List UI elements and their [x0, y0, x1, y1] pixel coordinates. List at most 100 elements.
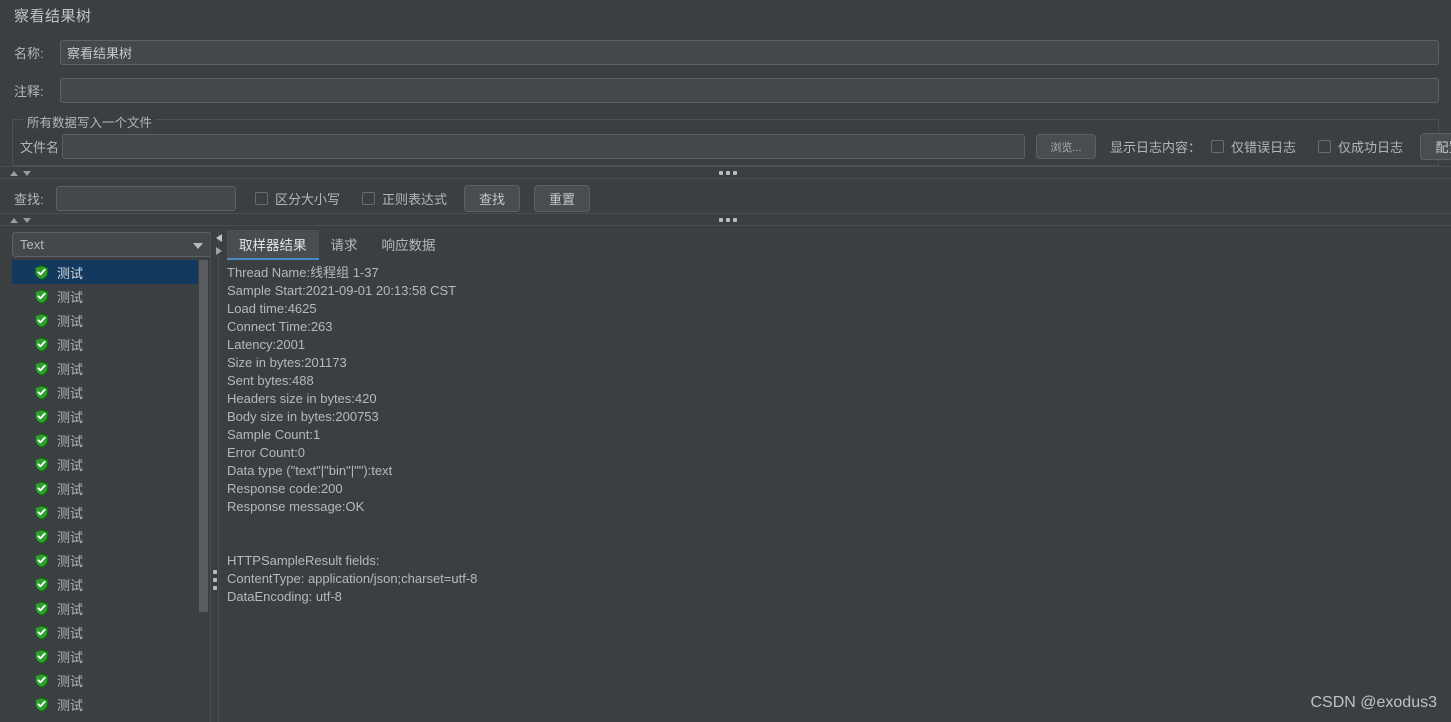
- splitter-middle[interactable]: [0, 213, 1451, 226]
- configure-button[interactable]: 配置: [1420, 133, 1451, 160]
- tree-item-label: 测试: [57, 433, 84, 449]
- search-input[interactable]: [56, 186, 236, 211]
- checkbox-box-errors-only[interactable]: [1211, 140, 1225, 153]
- splitter-middle-handle-icon[interactable]: [719, 218, 737, 222]
- results-tree-list[interactable]: 测试 测试 测试 测试 测试 测试 测试 测试 测试 测试 测试 测试 测试 测试 测试 测试 测试 测试 测试: [12, 260, 208, 722]
- collapse-down-icon[interactable]: [23, 171, 31, 176]
- splitter-top[interactable]: [0, 166, 1451, 179]
- tree-item[interactable]: 测试: [12, 332, 208, 356]
- result-line-blank: [227, 534, 1451, 552]
- tree-item[interactable]: 测试: [12, 500, 208, 524]
- result-line: HTTPSampleResult fields:: [227, 553, 380, 568]
- result-line: Data type ("text"|"bin"|""):text: [227, 463, 393, 478]
- regex-checkbox[interactable]: 正则表达式: [362, 189, 447, 208]
- chevron-left-icon[interactable]: [216, 234, 222, 242]
- case-sensitive-checkbox[interactable]: 区分大小写: [255, 189, 340, 208]
- tab-scroll-arrows[interactable]: [216, 234, 225, 260]
- success-shield-icon: [34, 312, 49, 328]
- tab-2[interactable]: 请求: [319, 230, 370, 258]
- success-only-checkbox[interactable]: 仅成功日志: [1318, 137, 1403, 156]
- tree-item[interactable]: 测试: [12, 572, 208, 596]
- name-row: 名称: 察看结果树: [14, 40, 1439, 65]
- result-line: Thread Name:线程组 1-37: [227, 265, 379, 280]
- success-shield-icon: [34, 576, 49, 592]
- tab-1[interactable]: 取样器结果: [227, 230, 319, 260]
- tree-item[interactable]: 测试: [12, 476, 208, 500]
- tree-item-label: 测试: [57, 457, 84, 473]
- tree-item[interactable]: 测试: [12, 548, 208, 572]
- filename-row: 文件名 浏览... 显示日志内容： 仅错误日志 仅成功日志 配置: [20, 133, 1451, 160]
- tree-item-label: 测试: [57, 649, 84, 665]
- success-shield-icon: [34, 552, 49, 568]
- splitter-middle-arrows[interactable]: [10, 216, 31, 223]
- comment-input[interactable]: [59, 78, 1439, 103]
- tree-item[interactable]: 测试: [12, 284, 208, 308]
- success-shield-icon: [34, 408, 49, 424]
- tree-item[interactable]: 测试: [12, 452, 208, 476]
- checkbox-box-regex[interactable]: [362, 192, 376, 205]
- tree-item[interactable]: 测试: [12, 644, 208, 668]
- jmeter-view-results-tree-panel: 察看结果树 名称: 察看结果树 注释: 所有数据写入一个文件 文件名 浏览...…: [0, 0, 1451, 722]
- collapse-up-icon[interactable]: [10, 171, 18, 176]
- tree-item-label: 测试: [57, 553, 84, 569]
- result-line: Sample Count:1: [227, 427, 321, 442]
- tree-item[interactable]: 测试: [12, 380, 208, 404]
- splitter-vertical[interactable]: [210, 232, 219, 722]
- tree-item[interactable]: 测试: [12, 668, 208, 692]
- result-tabs: 取样器结果 请求 响应数据: [227, 230, 448, 260]
- tree-item-label: 测试: [57, 625, 84, 641]
- tree-item[interactable]: 测试: [12, 692, 208, 716]
- result-line: Connect Time:263: [227, 319, 333, 334]
- tree-item-label: 测试: [57, 385, 84, 401]
- tree-item[interactable]: 测试: [12, 260, 208, 284]
- sampler-result-pane[interactable]: Thread Name:线程组 1-37 Sample Start:2021-09…: [222, 260, 1451, 722]
- chevron-down-icon[interactable]: [193, 243, 203, 249]
- splitter-top-handle-icon[interactable]: [719, 171, 737, 175]
- tab-3[interactable]: 响应数据: [370, 230, 448, 258]
- tree-item-label: 测试: [57, 265, 84, 281]
- splitter-top-arrows[interactable]: [10, 169, 31, 176]
- result-line: Latency:2001: [227, 337, 306, 352]
- search-row: 查找: 区分大小写 正则表达式 查找 重置: [14, 185, 591, 212]
- success-shield-icon: [34, 648, 49, 664]
- success-shield-icon: [34, 600, 49, 616]
- tree-item[interactable]: 测试: [12, 356, 208, 380]
- page-title: 察看结果树: [14, 8, 92, 25]
- splitter-vertical-handle-icon[interactable]: [213, 570, 217, 594]
- scrollbar-thumb[interactable]: [199, 260, 208, 612]
- tree-item-label: 测试: [57, 313, 84, 329]
- comment-row: 注释:: [14, 78, 1439, 103]
- success-shield-icon: [34, 624, 49, 640]
- browse-button[interactable]: 浏览...: [1036, 134, 1096, 159]
- renderer-select[interactable]: Text: [12, 232, 212, 257]
- tree-item[interactable]: 测试: [12, 620, 208, 644]
- tree-item[interactable]: 测试: [12, 524, 208, 548]
- reset-button[interactable]: 重置: [534, 185, 591, 212]
- success-shield-icon: [34, 336, 49, 352]
- name-input[interactable]: 察看结果树: [59, 40, 1439, 65]
- result-line: DataEncoding: utf-8: [227, 589, 342, 604]
- renderer-select-value: Text: [20, 237, 44, 252]
- collapse-down-icon[interactable]: [23, 218, 31, 223]
- chevron-right-icon[interactable]: [216, 247, 222, 255]
- errors-only-checkbox[interactable]: 仅错误日志: [1211, 137, 1296, 156]
- tree-item[interactable]: 测试: [12, 428, 208, 452]
- success-shield-icon: [34, 384, 49, 400]
- results-tree-scrollbar[interactable]: [198, 260, 209, 722]
- checkbox-box-success-only[interactable]: [1318, 140, 1332, 153]
- checkbox-box-case-sensitive[interactable]: [255, 192, 268, 205]
- tree-item-label: 测试: [57, 361, 84, 377]
- tree-item-label: 测试: [57, 481, 84, 497]
- success-only-label: 仅成功日志: [1338, 140, 1404, 155]
- result-line: Error Count:0: [227, 445, 306, 460]
- tree-item[interactable]: 测试: [12, 404, 208, 428]
- name-label: 名称:: [14, 46, 44, 61]
- tree-item[interactable]: 测试: [12, 308, 208, 332]
- tree-item-label: 测试: [57, 505, 84, 521]
- search-button[interactable]: 查找: [464, 185, 521, 212]
- result-line: Body size in bytes:200753: [227, 409, 379, 424]
- filename-input[interactable]: [62, 134, 1025, 159]
- tree-item[interactable]: 测试: [12, 596, 208, 620]
- tree-item-label: 测试: [57, 673, 84, 689]
- collapse-up-icon[interactable]: [10, 218, 18, 223]
